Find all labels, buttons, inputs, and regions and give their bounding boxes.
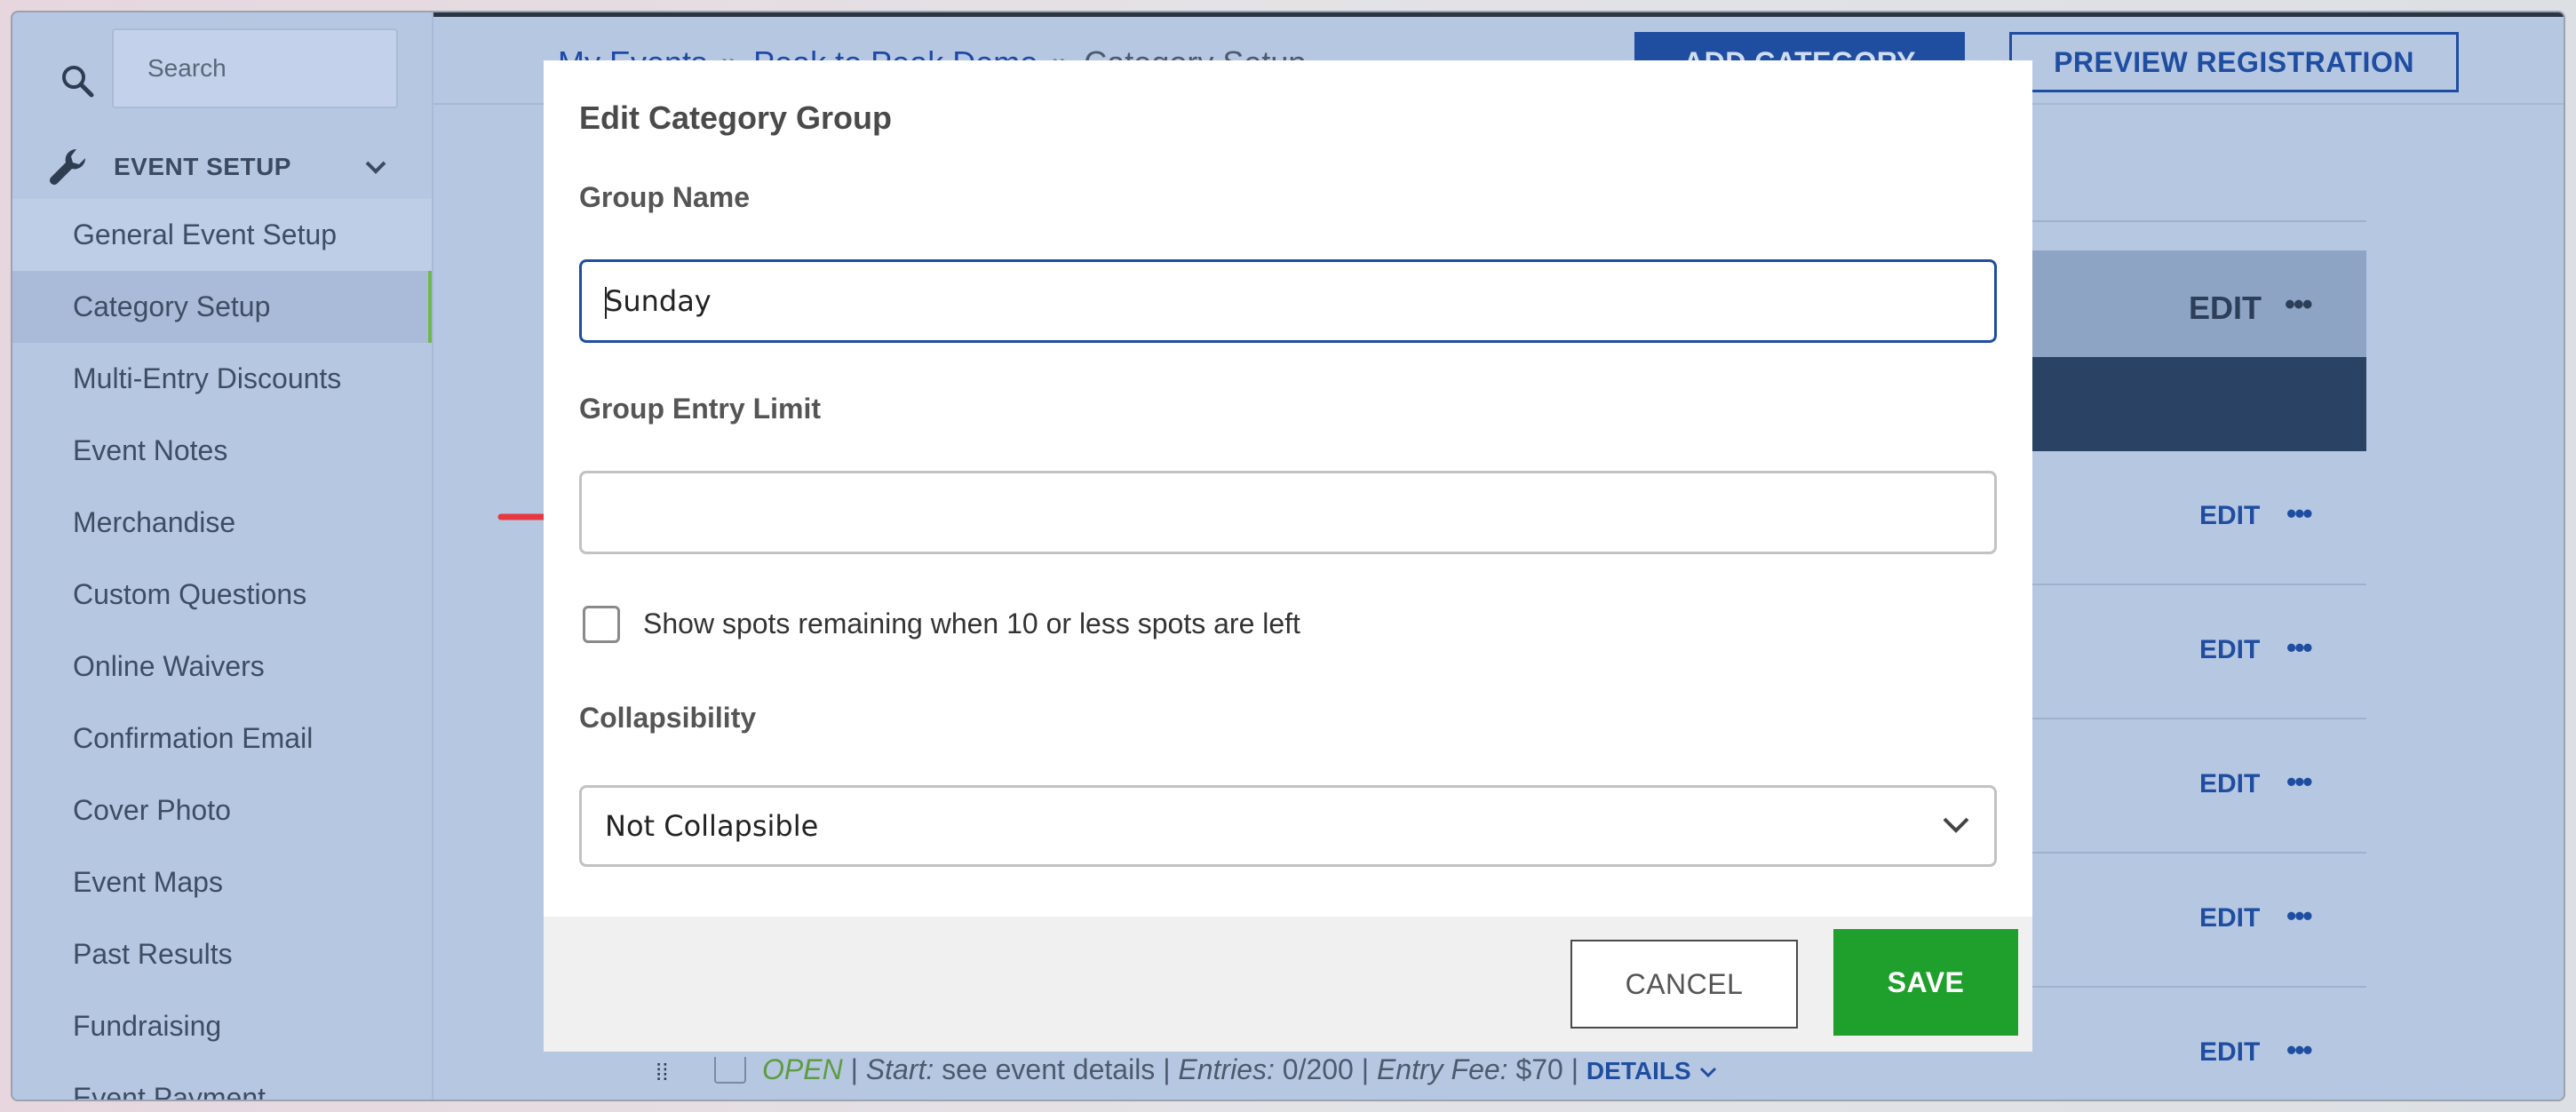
entries-value: 0/200 [1282,1053,1354,1085]
cancel-button[interactable]: CANCEL [1570,940,1798,1029]
chevron-down-icon[interactable] [362,156,389,178]
collapsibility-value: Not Collapsible [605,809,819,843]
sidebar: Search EVENT SETUP General Event Setup C… [12,12,433,1100]
entries-label: Entries: [1178,1053,1275,1085]
sidebar-item-confirmation-email[interactable]: Confirmation Email [12,703,433,774]
separator: | [850,1053,866,1085]
status-badge: OPEN [762,1053,843,1085]
more-icon[interactable]: ••• [2285,288,2313,322]
sidebar-item-general-event-setup[interactable]: General Event Setup [12,199,433,271]
row-edit-button[interactable]: EDIT [2199,769,2260,799]
row-edit-button[interactable]: EDIT [2199,635,2260,665]
details-link[interactable]: DETAILS [1586,1057,1719,1084]
separator: | [1163,1053,1179,1085]
more-icon[interactable]: ••• [2286,900,2313,933]
chevron-down-icon [1700,1067,1717,1078]
wrench-icon [46,146,91,190]
table-row: EDIT ••• [2011,585,2366,719]
search-input[interactable]: Search [112,28,398,108]
row-edit-button[interactable]: EDIT [2199,501,2260,531]
sidebar-menu: General Event Setup Category Setup Multi… [12,199,433,1100]
edit-category-group-modal: Edit Category Group Group Name Sunday Gr… [544,60,2032,1052]
more-icon[interactable]: ••• [2286,631,2313,664]
separator: | [1361,1053,1377,1085]
entry-limit-label: Group Entry Limit [579,393,821,425]
entry-limit-input[interactable] [579,471,1997,554]
chevron-down-icon [1943,817,1969,833]
table-row: EDIT ••• [2011,451,2366,585]
row-checkbox[interactable] [714,1057,746,1084]
sidebar-item-event-maps[interactable]: Event Maps [12,846,433,918]
start-value: see event details [942,1053,1156,1085]
category-row-details: OPEN | Start: see event details | Entrie… [762,1053,2478,1100]
preview-registration-button[interactable]: PREVIEW REGISTRATION [2009,32,2459,92]
show-spots-label[interactable]: Show spots remaining when 10 or less spo… [643,608,1300,640]
more-icon[interactable]: ••• [2286,497,2313,530]
group-name-input[interactable]: Sunday [579,259,1997,343]
sidebar-item-cover-photo[interactable]: Cover Photo [12,774,433,846]
sidebar-item-event-payment[interactable]: Event Payment [12,1062,433,1100]
event-setup-section[interactable]: EVENT SETUP [12,133,433,199]
collapsibility-select[interactable]: Not Collapsible [579,785,1997,867]
category-list: EDIT ••• EDIT ••• EDIT ••• EDIT ••• EDIT… [2011,451,2366,1100]
sidebar-item-online-waivers[interactable]: Online Waivers [12,631,433,703]
sidebar-item-fundraising[interactable]: Fundraising [12,990,433,1062]
table-row: EDIT ••• [2011,854,2366,988]
group-name-label: Group Name [579,181,751,213]
start-label: Start: [865,1053,934,1085]
modal-title: Edit Category Group [579,99,893,136]
search-icon[interactable] [46,50,108,112]
sidebar-search: Search [12,12,433,133]
table-row: EDIT ••• [2011,719,2366,854]
category-group-bar [2011,357,2366,451]
sidebar-item-event-notes[interactable]: Event Notes [12,415,433,487]
group-edit-button[interactable]: EDIT [2189,290,2262,327]
show-spots-checkbox[interactable] [583,606,620,643]
sidebar-item-category-setup[interactable]: Category Setup [12,271,433,343]
sidebar-item-custom-questions[interactable]: Custom Questions [12,559,433,631]
sidebar-item-merchandise[interactable]: Merchandise [12,487,433,559]
drag-handle-icon[interactable]: ⁞⁞ [656,1059,668,1086]
section-label: EVENT SETUP [114,153,291,180]
sidebar-item-past-results[interactable]: Past Results [12,918,433,990]
details-label: DETAILS [1586,1057,1691,1084]
more-icon[interactable]: ••• [2286,766,2313,798]
collapsibility-label: Collapsibility [579,702,757,734]
modal-footer: CANCEL SAVE [544,917,2032,1052]
fee-label: Entry Fee: [1376,1053,1508,1085]
row-edit-button[interactable]: EDIT [2199,903,2260,933]
divider [2029,220,2366,222]
group-name-value: Sunday [605,284,712,318]
sidebar-item-multi-entry-discounts[interactable]: Multi-Entry Discounts [12,343,433,415]
save-button[interactable]: SAVE [1833,929,2018,1036]
fee-value: $70 [1515,1053,1563,1085]
separator: | [1570,1053,1586,1085]
